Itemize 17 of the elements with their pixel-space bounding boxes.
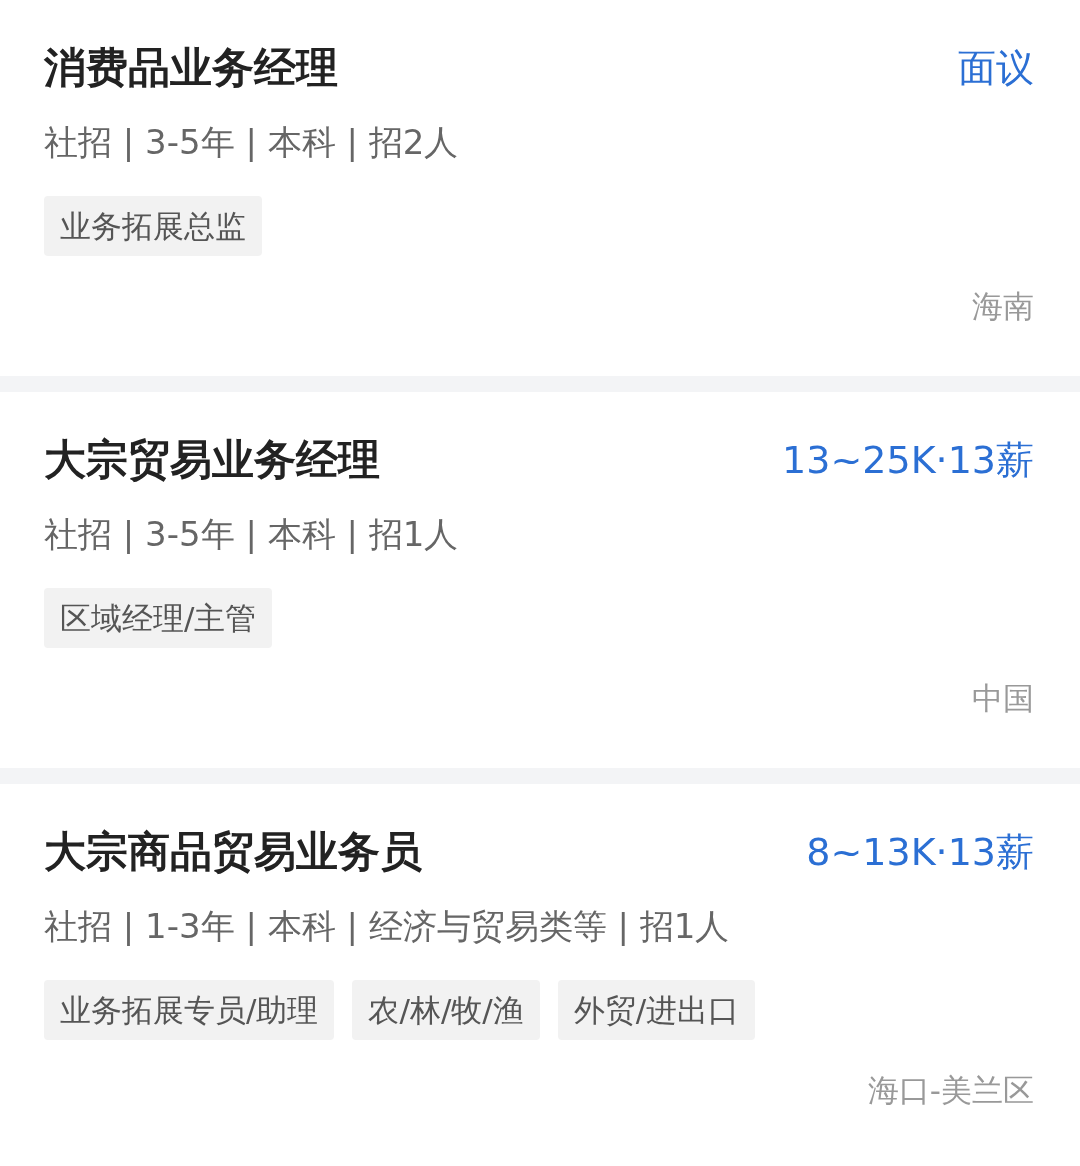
salary: 13~25K·13薪	[782, 436, 1034, 484]
job-tag: 农/林/牧/渔	[352, 980, 540, 1040]
job-location: 海口-美兰区	[867, 1071, 1034, 1110]
job-tag: 区域经理/主管	[44, 588, 273, 648]
job-location: 中国	[972, 679, 1034, 718]
job-title: 大宗商品贸易业务员	[44, 826, 422, 878]
job-requirements: 社招 | 3-5年 | 本科 | 招2人	[44, 121, 460, 164]
job-requirements: 社招 | 3-5年 | 本科 | 招1人	[44, 513, 460, 556]
job-requirements: 社招 | 1-3年 | 本科 | 经济与贸易类等 | 招1人	[44, 905, 731, 948]
job-tag: 外贸/进出口	[557, 980, 756, 1040]
job-title: 大宗贸易业务经理	[44, 434, 380, 486]
job-tag: 业务拓展总监	[44, 196, 262, 256]
job-tag: 业务拓展专员/助理	[44, 980, 335, 1040]
salary: 面议	[958, 44, 1034, 92]
salary: 8~13K·13薪	[806, 828, 1034, 876]
job-title: 消费品业务经理	[44, 42, 338, 94]
job-location: 海南	[972, 287, 1034, 326]
